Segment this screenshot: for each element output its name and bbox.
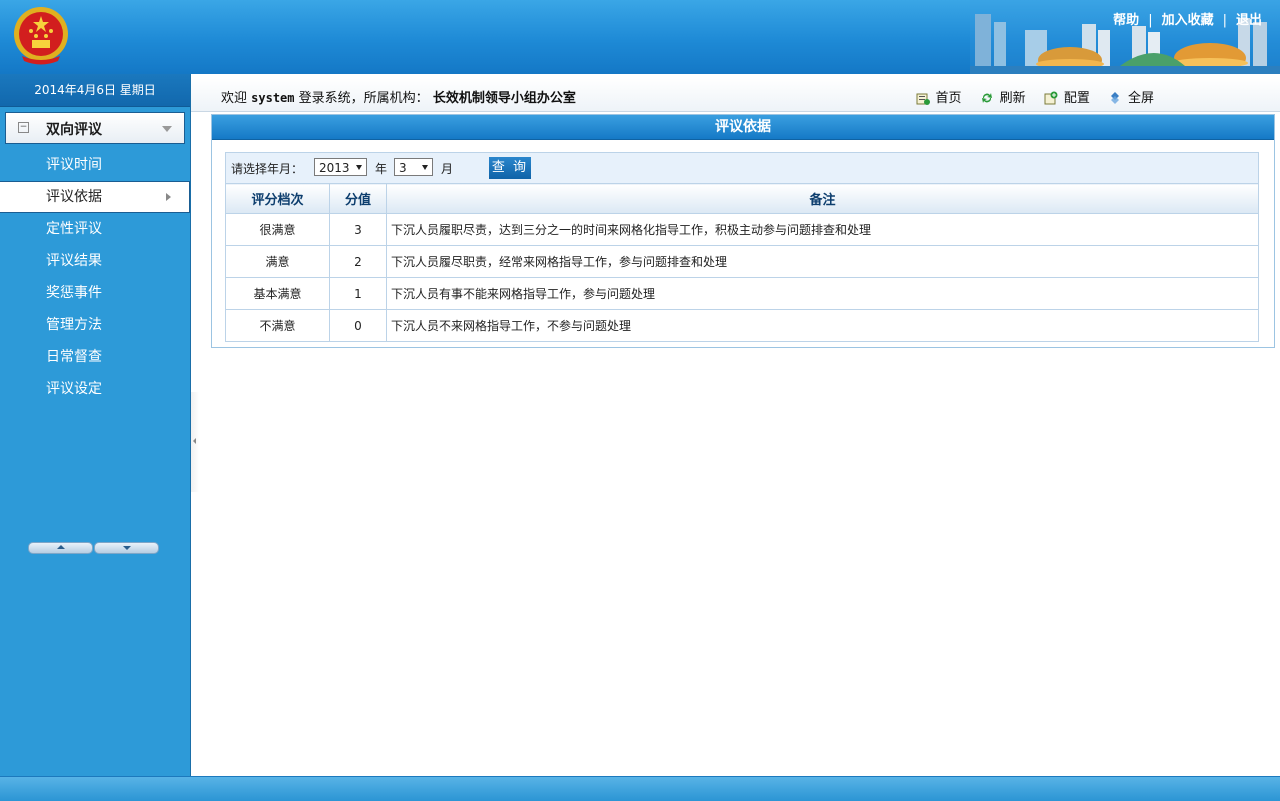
table-row: 不满意 0 下沉人员不来网格指导工作，不参与问题处理 xyxy=(225,309,1259,342)
sidebar-item-review-settings[interactable]: 评议设定 xyxy=(0,373,190,405)
cell-level: 满意 xyxy=(225,245,330,278)
col-header-level: 评分档次 xyxy=(225,183,330,214)
sidebar-item-review-time[interactable]: 评议时间 xyxy=(0,149,190,181)
year-month-label: 请选择年月： xyxy=(231,162,304,176)
query-bar: 请选择年月： 2013 年 3 月 查 询 xyxy=(225,152,1259,184)
sidebar-item-label: 管理方法 xyxy=(46,317,102,333)
year-unit: 年 xyxy=(375,162,388,176)
sidebar-item-label: 评议设定 xyxy=(46,381,102,397)
cell-level: 基本满意 xyxy=(225,277,330,310)
sidebar-item-label: 评议结果 xyxy=(46,253,102,269)
menu-scroll-controls xyxy=(28,542,160,554)
table-row: 基本满意 1 下沉人员有事不能来网格指导工作，参与问题处理 xyxy=(225,277,1259,310)
sidebar-item-label: 评议时间 xyxy=(46,157,102,173)
sidebar-item-review-results[interactable]: 评议结果 xyxy=(0,245,190,277)
table-header-row: 评分档次 分值 备注 xyxy=(225,183,1259,214)
refresh-icon xyxy=(981,93,992,103)
help-link[interactable]: 帮助 xyxy=(1113,13,1139,28)
arrow-down-icon xyxy=(123,546,131,550)
cell-remark: 下沉人员有事不能来网格指导工作，参与问题处理 xyxy=(386,277,1259,310)
home-button[interactable]: 首页 xyxy=(916,87,962,106)
query-button[interactable]: 查 询 xyxy=(489,157,531,179)
month-value: 3 xyxy=(399,161,407,175)
refresh-button[interactable]: 刷新 xyxy=(980,87,1026,106)
welcome-prefix: 欢迎 xyxy=(221,91,248,106)
fullscreen-button[interactable]: 全屏 xyxy=(1108,87,1154,106)
config-icon xyxy=(1044,91,1058,105)
sidebar-item-label: 评议依据 xyxy=(46,189,102,205)
welcome-mid: 登录系统，所属机构： xyxy=(298,91,429,106)
cell-score: 0 xyxy=(329,309,387,342)
dropdown-arrow-icon xyxy=(422,165,428,170)
cell-level: 很满意 xyxy=(225,213,330,246)
scroll-down-button[interactable] xyxy=(94,542,159,554)
cell-score: 1 xyxy=(329,277,387,310)
cell-level: 不满意 xyxy=(225,309,330,342)
collapse-minus-icon[interactable]: − xyxy=(18,122,29,133)
arrow-up-icon xyxy=(57,545,65,549)
col-header-remark: 备注 xyxy=(386,183,1259,214)
username: system xyxy=(251,91,295,105)
national-emblem-icon xyxy=(14,7,68,65)
sidebar-item-qualitative-review[interactable]: 定性评议 xyxy=(0,213,190,245)
cell-score: 3 xyxy=(329,213,387,246)
cell-remark: 下沉人员履尽职责，经常来网格指导工作，参与问题排查和处理 xyxy=(386,245,1259,278)
menu-group-header[interactable]: − 双向评议 xyxy=(5,112,185,144)
add-favorite-link[interactable]: 加入收藏 xyxy=(1162,13,1214,28)
fullscreen-icon xyxy=(1110,92,1119,104)
sidebar-menu: 评议时间 评议依据 定性评议 评议结果 奖惩事件 管理方法 日常督查 评议设定 xyxy=(0,149,190,405)
sidebar-collapse-handle[interactable] xyxy=(191,392,199,492)
table-row: 很满意 3 下沉人员履职尽责，达到三分之一的时间来网格化指导工作，积极主动参与问… xyxy=(225,213,1259,246)
config-button[interactable]: 配置 xyxy=(1044,87,1090,106)
year-value: 2013 xyxy=(319,161,350,175)
logout-link[interactable]: 退出 xyxy=(1236,13,1262,28)
sidebar-item-rewards-events[interactable]: 奖惩事件 xyxy=(0,277,190,309)
sidebar-item-label: 日常督查 xyxy=(46,349,102,365)
month-unit: 月 xyxy=(441,162,454,176)
fullscreen-label: 全屏 xyxy=(1127,91,1154,106)
sidebar-item-label: 奖惩事件 xyxy=(46,285,102,301)
sidebar: 2014年4月6日 星期日 − 双向评议 评议时间 评议依据 定性评议 评议结果… xyxy=(0,74,191,776)
year-select[interactable]: 2013 xyxy=(314,158,367,176)
current-date: 2014年4月6日 星期日 xyxy=(0,74,190,107)
scroll-up-button[interactable] xyxy=(28,542,93,554)
panel-title: 评议依据 xyxy=(212,115,1274,140)
cell-remark: 下沉人员不来网格指导工作，不参与问题处理 xyxy=(386,309,1259,342)
toolbar: 首页 刷新 配置 全屏 xyxy=(902,87,1154,106)
home-icon xyxy=(916,93,930,105)
sidebar-item-review-basis[interactable]: 评议依据 xyxy=(0,181,190,213)
welcome-message: 欢迎 system 登录系统，所属机构： 长效机制领导小组办公室 xyxy=(221,87,576,106)
home-label: 首页 xyxy=(935,91,962,106)
header-banner: 帮助 | 加入收藏 | 退出 xyxy=(0,0,1280,74)
sidebar-item-label: 定性评议 xyxy=(46,221,102,237)
chevron-left-icon xyxy=(193,438,196,444)
table-row: 满意 2 下沉人员履尽职责，经常来网格指导工作，参与问题排查和处理 xyxy=(225,245,1259,278)
chevron-down-icon xyxy=(162,126,172,132)
sidebar-item-daily-inspection[interactable]: 日常督查 xyxy=(0,341,190,373)
dropdown-arrow-icon xyxy=(356,165,362,170)
review-basis-table: 评分档次 分值 备注 很满意 3 下沉人员履职尽责，达到三分之一的时间来网格化指… xyxy=(225,183,1259,342)
chevron-right-icon xyxy=(166,193,171,201)
menu-group-title: 双向评议 xyxy=(46,122,102,138)
organization-name: 长效机制领导小组办公室 xyxy=(432,91,576,106)
sidebar-item-management-methods[interactable]: 管理方法 xyxy=(0,309,190,341)
cell-score: 2 xyxy=(329,245,387,278)
info-bar: 欢迎 system 登录系统，所属机构： 长效机制领导小组办公室 首页 刷新 配… xyxy=(191,78,1280,112)
month-select[interactable]: 3 xyxy=(394,158,433,176)
review-basis-panel: 评议依据 请选择年月： 2013 年 3 月 查 询 评分档次 分值 备注 很满… xyxy=(211,114,1275,348)
refresh-label: 刷新 xyxy=(999,91,1026,106)
cell-remark: 下沉人员履职尽责，达到三分之一的时间来网格化指导工作，积极主动参与问题排查和处理 xyxy=(386,213,1259,246)
col-header-score: 分值 xyxy=(329,183,387,214)
footer-bar xyxy=(0,776,1280,801)
top-links: 帮助 | 加入收藏 | 退出 xyxy=(1113,13,1262,28)
config-label: 配置 xyxy=(1063,91,1090,106)
